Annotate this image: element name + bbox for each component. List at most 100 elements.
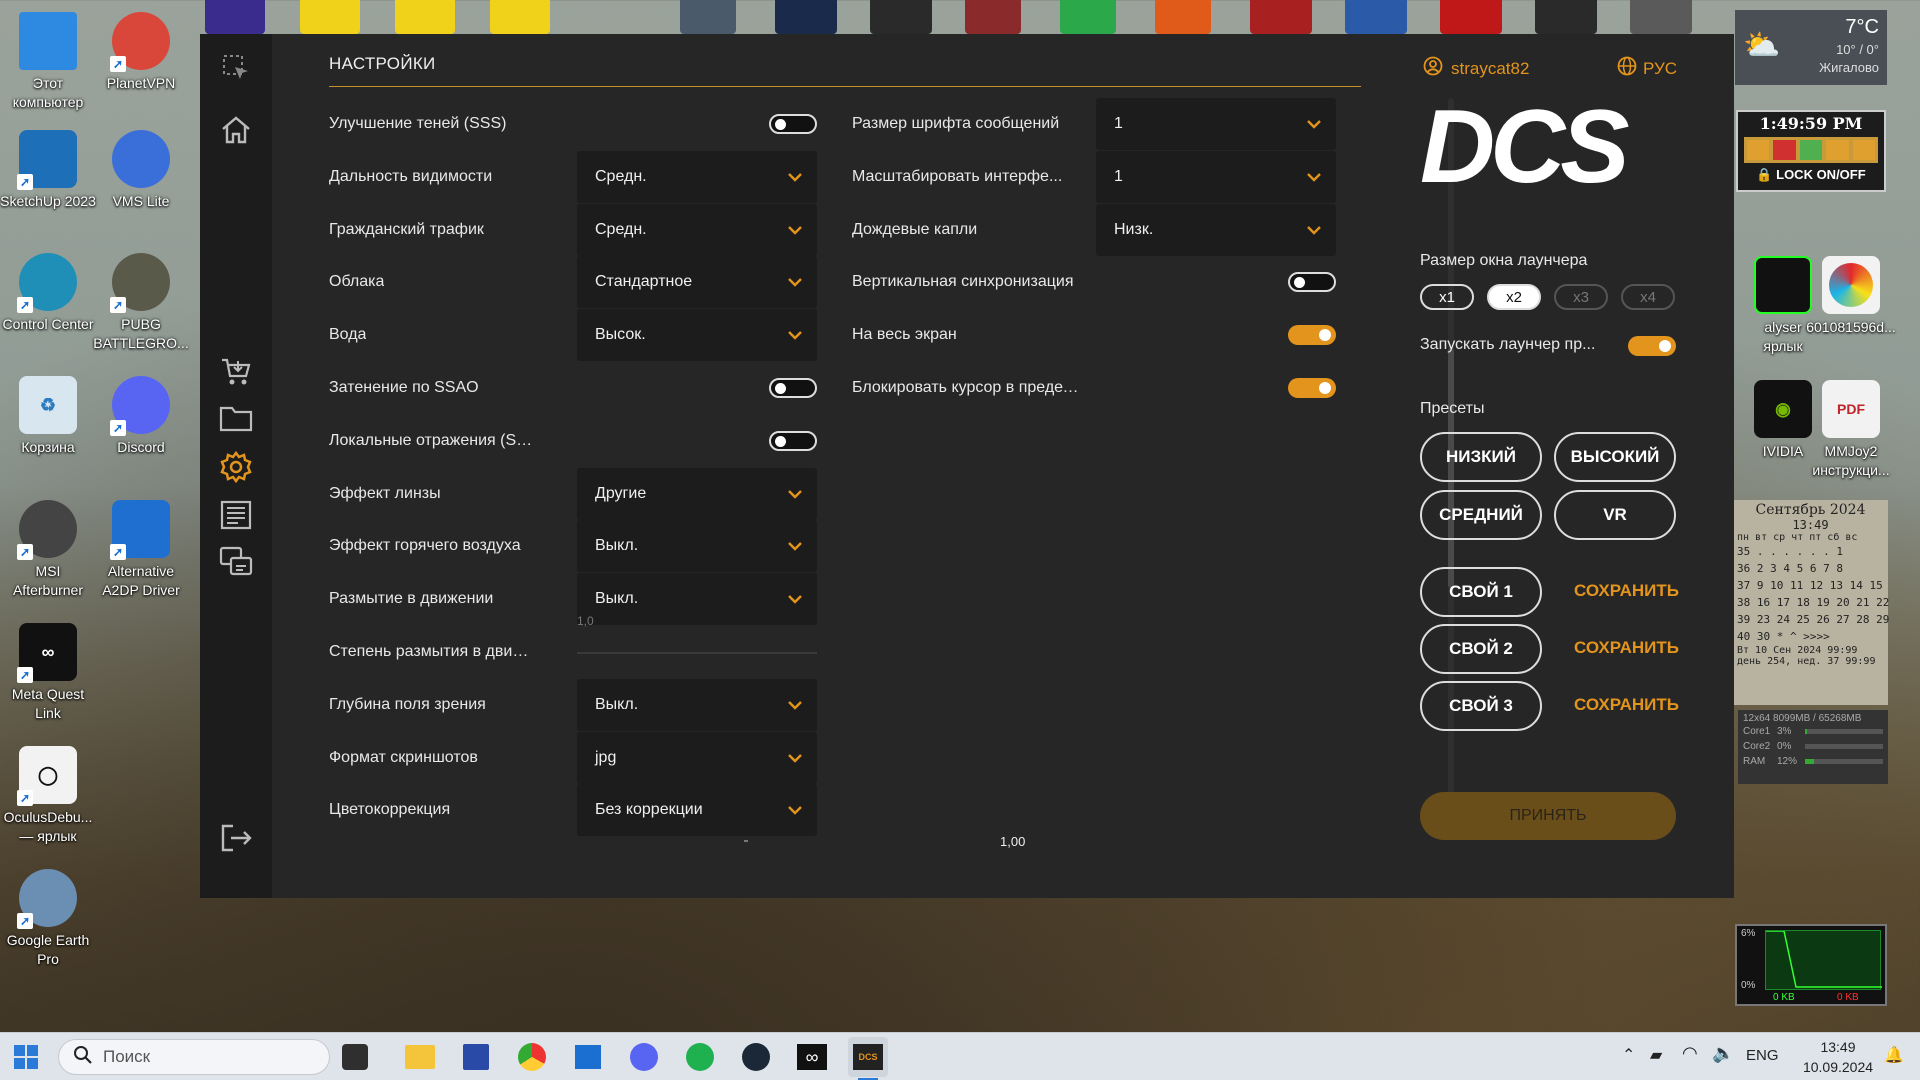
settings-gear-icon[interactable] [218, 449, 254, 485]
chrome-icon[interactable] [512, 1037, 552, 1077]
app-icon-top-7[interactable] [870, 0, 932, 34]
desktop-icon-google-earth[interactable]: ➚ Google Earth Pro [0, 869, 96, 969]
app-icon-top-3[interactable] [395, 0, 455, 34]
power-icon[interactable] [1773, 140, 1796, 160]
gear-icon[interactable] [1799, 140, 1823, 160]
setting-toggle[interactable] [769, 114, 817, 134]
logout-icon[interactable] [218, 820, 254, 856]
chat-icon[interactable] [218, 544, 254, 580]
setting-dropdown[interactable]: jpg [577, 731, 817, 784]
custom-preset-3-button[interactable]: СВОЙ 3 [1420, 681, 1542, 731]
language-selector[interactable]: РУС [1617, 56, 1677, 81]
app-icon-top-10[interactable] [1155, 0, 1211, 34]
desktop-icon-msi-afterburner[interactable]: ➚ MSI Afterburner [0, 500, 96, 600]
volume-icon[interactable]: 🔈 [1712, 1043, 1734, 1064]
store-icon[interactable] [568, 1037, 608, 1077]
home-icon[interactable] [218, 112, 254, 148]
folder-icon[interactable] [218, 400, 254, 436]
custom-preset-1-button[interactable]: СВОЙ 1 [1420, 567, 1542, 617]
setting-toggle[interactable] [1288, 378, 1336, 398]
slider-track-bottom[interactable] [744, 840, 748, 842]
setting-dropdown[interactable]: Высок. [577, 309, 817, 362]
task-view-icon[interactable] [342, 1044, 368, 1070]
key-icon[interactable] [1826, 140, 1849, 160]
preset-medium-button[interactable]: СРЕДНИЙ [1420, 490, 1542, 540]
setting-dropdown[interactable]: Средн. [577, 203, 817, 256]
custom-preset-2-button[interactable]: СВОЙ 2 [1420, 624, 1542, 674]
app-icon-top-12[interactable] [1345, 0, 1407, 34]
setting-toggle[interactable] [1288, 272, 1336, 293]
autostart-toggle[interactable] [1628, 336, 1676, 356]
save-preset-1-button[interactable]: СОХРАНИТЬ [1574, 581, 1679, 601]
discord-taskbar-icon[interactable] [624, 1037, 664, 1077]
file-explorer-icon[interactable] [400, 1037, 440, 1077]
app-icon-top-8[interactable] [965, 0, 1021, 34]
app-icon-top-14[interactable] [1535, 0, 1597, 34]
notification-bell-icon[interactable]: 🔔 [1884, 1045, 1904, 1065]
setting-toggle[interactable] [769, 378, 817, 398]
desktop-icon-this-pc[interactable]: Этот компьютер [0, 12, 96, 112]
desktop-icon-image-file[interactable]: 601081596d... [1803, 256, 1899, 337]
cart-icon[interactable] [218, 354, 254, 390]
setting-dropdown[interactable]: 1 [1096, 150, 1336, 203]
setting-dropdown[interactable]: Выкл. [577, 520, 817, 573]
select-icon[interactable] [218, 50, 254, 86]
tray-app-icon[interactable]: ▰ [1650, 1045, 1662, 1065]
setting-dropdown[interactable]: 1 [1096, 98, 1336, 150]
slider-track[interactable] [577, 652, 817, 654]
desktop-icon-mmjoy-pdf[interactable]: PDF MMJoy2 инструкци... [1803, 380, 1899, 480]
app-icon-top-11[interactable] [1250, 0, 1312, 34]
setting-dropdown[interactable]: Выкл. [577, 573, 817, 626]
save-disk-icon[interactable] [456, 1037, 496, 1077]
app-icon-top-15[interactable] [1630, 0, 1692, 34]
setting-toggle[interactable] [769, 430, 817, 451]
user-account[interactable]: straycat82 [1423, 56, 1529, 81]
meta-taskbar-icon[interactable]: ∞ [792, 1037, 832, 1077]
desktop-icon-recycle-bin[interactable]: ♻ Корзина [0, 376, 96, 457]
app-icon-top-9[interactable] [1060, 0, 1116, 34]
window-size-x1[interactable]: x1 [1420, 284, 1474, 310]
preset-low-button[interactable]: НИЗКИЙ [1420, 432, 1542, 482]
wifi-icon[interactable]: ◠ [1682, 1043, 1698, 1064]
window-size-x4[interactable]: x4 [1621, 284, 1675, 310]
desktop-icon-control-center[interactable]: ➚ Control Center [0, 253, 96, 334]
lock-toggle[interactable]: 🔒 LOCK ON/OFF [1738, 167, 1884, 183]
dcs-taskbar-icon[interactable]: DCS [848, 1037, 888, 1077]
desktop-icon-sketchup[interactable]: ➚ SketchUp 2023 [0, 130, 96, 211]
language-indicator[interactable]: ENG [1746, 1047, 1779, 1064]
news-icon[interactable] [218, 497, 254, 533]
steam-icon[interactable] [736, 1037, 776, 1077]
apply-button[interactable]: ПРИНЯТЬ [1420, 792, 1676, 840]
windows-start-icon[interactable] [6, 1037, 46, 1077]
desktop-icon-discord[interactable]: ➚ Discord [93, 376, 189, 457]
taskbar-search[interactable]: Поиск [58, 1039, 330, 1075]
desktop-icon-planetvpn[interactable]: ➚ PlanetVPN [93, 12, 189, 93]
tray-chevron-icon[interactable]: ⌃ [1622, 1045, 1635, 1065]
app-icon-top-2[interactable] [300, 0, 360, 34]
save-preset-2-button[interactable]: СОХРАНИТЬ [1574, 638, 1679, 658]
window-size-x3[interactable]: x3 [1554, 284, 1608, 310]
app-icon-top-1[interactable] [205, 0, 265, 34]
setting-toggle[interactable] [1288, 325, 1336, 346]
preset-high-button[interactable]: ВЫСОКИЙ [1554, 432, 1676, 482]
app-icon-top-13[interactable] [1440, 0, 1502, 34]
desktop-icon-meta-quest[interactable]: ∞ ➚ Meta Quest Link [0, 623, 96, 723]
setting-dropdown[interactable]: Выкл. [577, 678, 817, 731]
taskbar-clock[interactable]: 13:49 10.09.2024 [1798, 1037, 1878, 1077]
preset-vr-button[interactable]: VR [1554, 490, 1676, 540]
desktop-icon-pubg[interactable]: ➚ PUBG BATTLEGRO... [93, 253, 189, 353]
setting-dropdown[interactable]: Средн. [577, 150, 817, 203]
clock-btn-icon[interactable] [1747, 140, 1770, 160]
setting-dropdown[interactable]: Без коррекции [577, 784, 817, 837]
save-preset-3-button[interactable]: СОХРАНИТЬ [1574, 695, 1679, 715]
setting-dropdown[interactable]: Стандартное [577, 256, 817, 309]
app-icon-top-6[interactable] [775, 0, 837, 34]
app-icon-top-5[interactable] [680, 0, 736, 34]
whatsapp-icon[interactable] [680, 1037, 720, 1077]
window-size-x2[interactable]: x2 [1487, 284, 1541, 310]
app-icon-top-4[interactable] [490, 0, 550, 34]
setting-dropdown[interactable]: Другие [577, 467, 817, 520]
list-icon[interactable] [1852, 140, 1876, 160]
desktop-icon-a2dp-driver[interactable]: ➚ Alternative A2DP Driver [93, 500, 189, 600]
desktop-icon-vms-lite[interactable]: VMS Lite [93, 130, 189, 211]
